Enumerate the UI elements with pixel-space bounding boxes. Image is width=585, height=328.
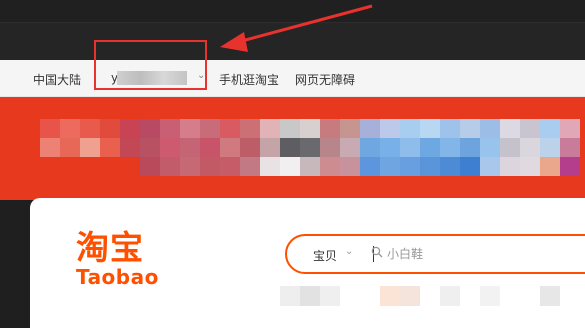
- logo-text-cn: 淘宝: [76, 228, 144, 267]
- search-bar: 宝贝 ⌄: [285, 234, 585, 274]
- chevron-down-icon[interactable]: ⌄: [345, 246, 353, 257]
- search-input[interactable]: [387, 244, 585, 264]
- search-scope-select[interactable]: 宝贝: [313, 247, 337, 264]
- blurred-hot-searches: [280, 286, 560, 306]
- promo-banner[interactable]: [0, 97, 585, 200]
- taobao-logo[interactable]: 淘宝 Taobao: [76, 228, 159, 289]
- search-icon: [371, 246, 383, 258]
- logo-text-en: Taobao: [76, 265, 159, 289]
